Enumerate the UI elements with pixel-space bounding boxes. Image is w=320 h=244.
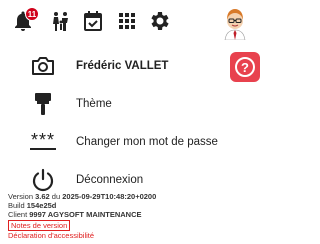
build-id: 154e25d bbox=[26, 201, 57, 210]
menu-item-profile[interactable]: Frédéric VALLET bbox=[0, 48, 253, 84]
release-notes-link[interactable]: Notes de version bbox=[8, 220, 71, 231]
calendar-check-icon bbox=[81, 9, 105, 38]
help-button[interactable]: ? bbox=[230, 52, 260, 82]
menu-item-theme[interactable]: Thème bbox=[0, 86, 253, 122]
client-name: 9997 AGYSOFT MAINTENANCE bbox=[29, 210, 142, 219]
version-info: Version 3.62 du 2025-09-29T10:48:20+0200… bbox=[8, 192, 253, 240]
apps-grid-icon bbox=[116, 10, 138, 37]
power-icon bbox=[28, 165, 58, 195]
gear-icon bbox=[147, 9, 171, 38]
menu-item-label: Thème bbox=[76, 98, 112, 110]
client-line: Client 9997 AGYSOFT MAINTENANCE bbox=[8, 210, 142, 219]
build-line: Build 154e25d bbox=[8, 201, 57, 210]
notifications-badge: 11 bbox=[25, 7, 39, 21]
apps-button[interactable] bbox=[114, 10, 140, 36]
menu-item-label: Frédéric VALLET bbox=[76, 60, 169, 72]
version-line: Version 3.62 du 2025-09-29T10:48:20+0200 bbox=[8, 192, 157, 201]
settings-button[interactable] bbox=[146, 10, 172, 36]
menu-item-label: Déconnexion bbox=[76, 174, 144, 186]
menu-item-change-password[interactable]: *** Changer mon mot de passe bbox=[0, 124, 253, 160]
help-icon: ? bbox=[235, 57, 255, 77]
user-menu: Frédéric VALLET Thème *** Changer mon mo… bbox=[0, 48, 253, 198]
password-icon: *** bbox=[30, 130, 56, 150]
top-bar: 11 bbox=[0, 0, 253, 44]
calendar-button[interactable] bbox=[80, 10, 106, 36]
family-icon bbox=[49, 9, 73, 38]
accessibility-link[interactable]: Déclaration d'accessibilité bbox=[8, 231, 94, 240]
paint-roller-icon bbox=[28, 89, 58, 119]
version-number: 3.62 bbox=[35, 192, 50, 201]
avatar[interactable] bbox=[220, 6, 250, 40]
family-button[interactable] bbox=[48, 10, 74, 36]
notifications-button[interactable]: 11 bbox=[10, 7, 39, 36]
camera-icon bbox=[28, 51, 58, 81]
menu-item-label: Changer mon mot de passe bbox=[76, 136, 218, 148]
version-date: 2025-09-29T10:48:20+0200 bbox=[62, 192, 157, 201]
